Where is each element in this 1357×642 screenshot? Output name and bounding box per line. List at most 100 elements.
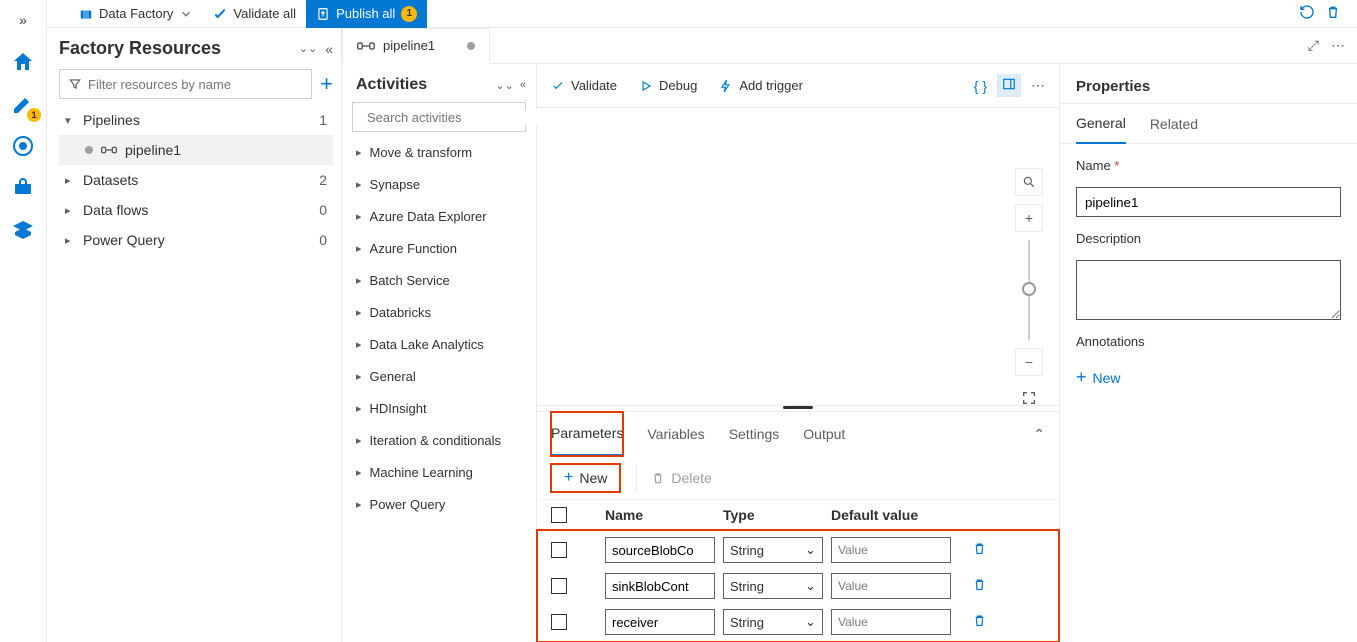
tree-item-dataflows[interactable]: ▸ Data flows 0 xyxy=(59,195,333,225)
col-name: Name xyxy=(605,507,715,523)
validate-all-button[interactable]: Validate all xyxy=(203,0,306,28)
param-type-select[interactable]: String⌄ xyxy=(723,609,823,635)
select-all-checkbox[interactable] xyxy=(551,507,567,523)
caret-right-icon: ▸ xyxy=(356,402,362,415)
resources-title: Factory Resources xyxy=(59,38,299,59)
param-name-input[interactable] xyxy=(605,609,715,635)
double-chevron-right-icon[interactable]: » xyxy=(11,8,35,32)
delete-row-icon[interactable] xyxy=(959,577,999,596)
activity-category[interactable]: ▸Machine Learning xyxy=(342,456,536,488)
props-toggle-icon[interactable] xyxy=(997,74,1021,97)
tab-output[interactable]: Output xyxy=(803,412,845,456)
add-annotation-button[interactable]: + New xyxy=(1076,367,1341,388)
discard-icon[interactable] xyxy=(1325,4,1341,23)
prop-tab-general[interactable]: General xyxy=(1076,104,1126,144)
tree-label: Data flows xyxy=(83,202,148,218)
chevrons-down-icon[interactable]: ⌄⌄ xyxy=(495,79,513,92)
caret-right-icon: ▸ xyxy=(356,338,362,351)
chevron-down-icon: ⌄ xyxy=(805,578,816,594)
tree-count: 1 xyxy=(319,112,327,128)
caret-right-icon: ▸ xyxy=(356,274,362,287)
zoom-in-button[interactable]: + xyxy=(1015,204,1043,232)
activity-category[interactable]: ▸Synapse xyxy=(342,168,536,200)
param-default-input[interactable]: Value xyxy=(831,573,951,599)
tree-item-pipeline1[interactable]: pipeline1 xyxy=(59,135,333,165)
activity-category[interactable]: ▸General xyxy=(342,360,536,392)
publish-count-badge: 1 xyxy=(401,6,417,22)
tree-item-pipelines[interactable]: ▾ Pipelines 1 xyxy=(59,105,333,135)
fit-screen-icon[interactable] xyxy=(1015,384,1043,412)
chevrons-down-icon[interactable]: ⌄⌄ xyxy=(299,42,317,55)
activity-category[interactable]: ▸HDInsight xyxy=(342,392,536,424)
activity-category[interactable]: ▸Batch Service xyxy=(342,264,536,296)
caret-right-icon: ▸ xyxy=(65,234,79,247)
add-resource-button[interactable]: + xyxy=(320,71,333,97)
row-checkbox[interactable] xyxy=(551,542,567,558)
pipeline-canvas[interactable]: + − xyxy=(537,108,1059,405)
activity-category[interactable]: ▸Data Lake Analytics xyxy=(342,328,536,360)
add-trigger-button[interactable]: Add trigger xyxy=(719,78,803,93)
prop-tab-related[interactable]: Related xyxy=(1150,104,1198,144)
filter-resources-input[interactable] xyxy=(88,77,303,92)
param-row: String⌄ Value xyxy=(537,532,1059,568)
search-canvas-icon[interactable] xyxy=(1015,168,1043,196)
zoom-slider[interactable] xyxy=(1028,240,1030,340)
search-activities-wrapper[interactable] xyxy=(352,102,526,132)
more-icon[interactable]: ⋯ xyxy=(1031,77,1045,94)
row-checkbox[interactable] xyxy=(551,614,567,630)
activity-category[interactable]: ▸Iteration & conditionals xyxy=(342,424,536,456)
param-name-input[interactable] xyxy=(605,537,715,563)
debug-button[interactable]: Debug xyxy=(639,78,697,93)
refresh-icon[interactable] xyxy=(1299,4,1315,23)
delete-row-icon[interactable] xyxy=(959,541,999,560)
param-name-input[interactable] xyxy=(605,573,715,599)
expand-diag-icon[interactable]: ⤢ xyxy=(1308,37,1319,54)
delete-row-icon[interactable] xyxy=(959,613,999,632)
param-default-input[interactable]: Value xyxy=(831,537,951,563)
validate-button[interactable]: Validate xyxy=(551,78,617,93)
collapse-bottom-icon[interactable]: ⌃ xyxy=(1033,426,1045,443)
param-type-select[interactable]: String⌄ xyxy=(723,573,823,599)
activity-category[interactable]: ▸Azure Data Explorer xyxy=(342,200,536,232)
row-checkbox[interactable] xyxy=(551,578,567,594)
collapse-panel-icon[interactable]: « xyxy=(520,79,526,92)
param-default-input[interactable]: Value xyxy=(831,609,951,635)
param-type-select[interactable]: String⌄ xyxy=(723,537,823,563)
activity-category[interactable]: ▸Move & transform xyxy=(342,136,536,168)
activity-category[interactable]: ▸Databricks xyxy=(342,296,536,328)
zoom-out-button[interactable]: − xyxy=(1015,348,1043,376)
tab-variables[interactable]: Variables xyxy=(647,412,704,456)
tree-item-datasets[interactable]: ▸ Datasets 2 xyxy=(59,165,333,195)
new-parameter-button[interactable]: + New xyxy=(551,464,620,492)
filter-resources-input-wrapper[interactable] xyxy=(59,69,312,99)
caret-right-icon: ▸ xyxy=(356,306,362,319)
pipeline-description-input[interactable] xyxy=(1076,260,1341,320)
more-icon[interactable]: ⋯ xyxy=(1331,37,1345,54)
activity-category[interactable]: ▸Power Query xyxy=(342,488,536,520)
tab-parameters[interactable]: Parameters xyxy=(551,412,623,456)
tree-item-powerquery[interactable]: ▸ Power Query 0 xyxy=(59,225,333,255)
delete-parameter-button[interactable]: Delete xyxy=(636,464,711,492)
search-activities-input[interactable] xyxy=(367,110,543,125)
tab-pipeline1[interactable]: pipeline1 xyxy=(342,28,490,64)
home-icon[interactable] xyxy=(11,50,35,74)
publish-all-button[interactable]: Publish all 1 xyxy=(306,0,427,28)
caret-right-icon: ▸ xyxy=(356,370,362,383)
data-factory-selector[interactable]: Data Factory xyxy=(69,0,203,28)
annotations-label: Annotations xyxy=(1076,334,1341,349)
code-view-icon[interactable]: { } xyxy=(974,78,987,94)
manage-icon[interactable] xyxy=(11,176,35,200)
activity-category[interactable]: ▸Azure Function xyxy=(342,232,536,264)
learning-icon[interactable] xyxy=(11,218,35,242)
monitor-icon[interactable] xyxy=(11,134,35,158)
tab-settings[interactable]: Settings xyxy=(729,412,780,456)
publish-all-label: Publish all xyxy=(336,6,395,21)
author-icon[interactable]: 1 xyxy=(11,92,35,116)
caret-right-icon: ▸ xyxy=(356,242,362,255)
collapse-panel-icon[interactable]: « xyxy=(325,41,333,57)
tree-label: Power Query xyxy=(83,232,165,248)
pipeline-name-input[interactable] xyxy=(1076,187,1341,217)
author-badge: 1 xyxy=(27,108,41,122)
tree-sub-label: pipeline1 xyxy=(125,142,181,158)
zoom-thumb[interactable] xyxy=(1022,282,1036,296)
